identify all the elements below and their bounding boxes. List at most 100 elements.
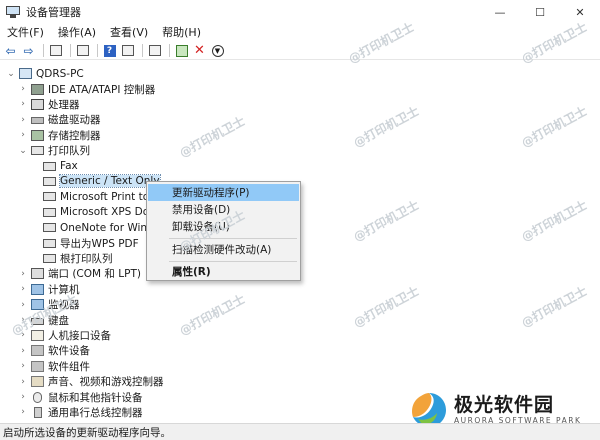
menu-view[interactable]: 查看(V)	[103, 24, 155, 42]
chevron-right-icon[interactable]: ›	[18, 84, 28, 94]
logo-name: 极光软件园	[454, 394, 555, 416]
tree-device-label: Microsoft Print to	[60, 190, 150, 203]
chevron-right-icon[interactable]: ›	[18, 361, 28, 371]
chevron-right-icon[interactable]: ›	[18, 269, 28, 279]
toolbar-separator	[43, 44, 44, 57]
help-icon: ?	[103, 44, 116, 57]
window-title: 设备管理器	[26, 6, 81, 19]
chevron-right-icon[interactable]: ›	[18, 130, 28, 140]
update-driver-menu-item[interactable]: 更新驱动程序(P)	[148, 184, 299, 201]
ide-controller-icon	[31, 83, 44, 95]
update-driver-icon	[175, 44, 188, 57]
tree-device[interactable]: Fax	[40, 158, 78, 173]
minimize-button[interactable]: —	[480, 0, 520, 24]
tree-device-label: Generic / Text Only	[59, 174, 161, 189]
chevron-down-icon[interactable]: ⌄	[6, 69, 16, 79]
status-bar: 启动所选设备的更新驱动程序向导。	[0, 423, 600, 440]
help-button[interactable]: ?	[102, 43, 117, 58]
tree-category-label: 通用串行总线控制器	[48, 406, 143, 419]
uninstall-device-button[interactable]: ✕	[192, 43, 207, 58]
chevron-right-icon[interactable]: ›	[18, 346, 28, 356]
view-button[interactable]	[120, 43, 135, 58]
tree-category[interactable]: › 软件组件	[18, 359, 90, 374]
disk-drive-icon	[31, 117, 44, 125]
menu-action[interactable]: 操作(A)	[51, 24, 103, 42]
tree-category-label: IDE ATA/ATAPI 控制器	[48, 83, 156, 96]
toolbar-separator	[142, 44, 143, 57]
tree-category-label: 人机接口设备	[48, 329, 111, 342]
printer-icon	[43, 207, 56, 217]
tree-root[interactable]: ⌄ QDRS-PC	[6, 66, 84, 81]
chevron-right-icon[interactable]: ›	[18, 300, 28, 310]
tree-category-label: 软件组件	[48, 360, 90, 373]
menu-separator	[169, 261, 297, 262]
audio-icon	[31, 376, 44, 388]
chevron-right-icon[interactable]: ›	[18, 377, 28, 387]
menu-help[interactable]: 帮助(H)	[155, 24, 208, 42]
chevron-right-icon[interactable]: ›	[18, 115, 28, 125]
software-device-icon	[31, 345, 44, 357]
tree-device[interactable]: 导出为WPS PDF	[40, 235, 139, 250]
tree-category-label: 端口 (COM 和 LPT)	[48, 268, 141, 281]
tree-category[interactable]: › 磁盘驱动器	[18, 112, 101, 127]
tree-device-label: Fax	[60, 160, 78, 173]
storage-controller-icon	[31, 129, 44, 141]
back-button[interactable]: ⇦	[3, 43, 18, 58]
printer-icon	[43, 192, 56, 202]
tree-device-label: 根打印队列	[60, 252, 113, 265]
chevron-right-icon[interactable]: ›	[18, 284, 28, 294]
tree-category-label: 磁盘驱动器	[48, 114, 101, 127]
menu-bar: 文件(F) 操作(A) 查看(V) 帮助(H)	[0, 24, 600, 42]
arrow-right-icon: ⇨	[23, 43, 34, 58]
chevron-right-icon[interactable]: ›	[18, 392, 28, 402]
tree-category[interactable]: › 端口 (COM 和 LPT)	[18, 266, 141, 281]
maximize-button[interactable]: ☐	[520, 0, 560, 24]
chevron-right-icon[interactable]: ›	[18, 407, 28, 417]
tree-category[interactable]: › 通用串行总线控制器	[18, 405, 143, 420]
disable-device-button[interactable]: ▼	[210, 43, 225, 58]
printer-icon	[43, 238, 56, 248]
show-hide-console-tree-button[interactable]	[48, 43, 63, 58]
chevron-down-icon[interactable]: ⌄	[18, 146, 28, 156]
tree-device-selected[interactable]: Generic / Text Only	[40, 174, 161, 189]
tree-category[interactable]: › 鼠标和其他指针设备	[18, 389, 143, 404]
tree-device-label: Microsoft XPS Doc	[60, 206, 155, 219]
tree-category-label: 处理器	[48, 98, 80, 111]
tree-device[interactable]: OneNote for Wind	[40, 220, 154, 235]
tree-device[interactable]: Microsoft Print to	[40, 189, 149, 204]
tree-category-label: 打印队列	[48, 145, 90, 158]
status-text: 启动所选设备的更新驱动程序向导。	[3, 426, 171, 439]
tree-category-label: 声音、视频和游戏控制器	[48, 376, 164, 389]
red-x-icon: ✕	[194, 43, 205, 58]
chevron-right-icon[interactable]: ›	[18, 99, 28, 109]
tree-category[interactable]: › 存储控制器	[18, 128, 101, 143]
tree-device[interactable]: Microsoft XPS Doc	[40, 205, 155, 220]
monitor-scan-icon	[148, 45, 161, 56]
scan-hardware-button[interactable]	[147, 43, 162, 58]
tree-category[interactable]: › 软件设备	[18, 343, 90, 358]
printer-icon	[43, 223, 56, 233]
forward-button[interactable]: ⇨	[21, 43, 36, 58]
arrow-left-icon: ⇦	[5, 43, 16, 58]
properties-menu-item[interactable]: 属性(R)	[148, 263, 299, 280]
tree-category[interactable]: ⌄ 打印队列	[18, 143, 90, 158]
toolbar-separator	[97, 44, 98, 57]
toolbar-separator	[169, 44, 170, 57]
update-driver-button[interactable]	[174, 43, 189, 58]
tree-category[interactable]: › 处理器	[18, 97, 80, 112]
tree-category-label: 鼠标和其他指针设备	[48, 391, 143, 404]
view-icon	[121, 45, 134, 56]
printer-icon	[43, 176, 56, 186]
menu-file[interactable]: 文件(F)	[0, 24, 51, 42]
printer-icon	[43, 253, 56, 263]
properties-button[interactable]	[75, 43, 90, 58]
down-arrow-circle-icon: ▼	[211, 44, 224, 57]
computer-icon	[19, 68, 32, 80]
toolbar-separator	[70, 44, 71, 57]
logo-text: 极光软件园 AURORA SOFTWARE PARK	[454, 394, 581, 426]
toolbar: ⇦ ⇨ ? ✕ ▼	[0, 42, 600, 60]
tree-device[interactable]: 根打印队列	[40, 251, 113, 266]
tree-category[interactable]: › 声音、视频和游戏控制器	[18, 374, 164, 389]
scan-hardware-menu-item[interactable]: 扫描检测硬件改动(A)	[148, 241, 299, 258]
tree-category[interactable]: › IDE ATA/ATAPI 控制器	[18, 81, 155, 96]
